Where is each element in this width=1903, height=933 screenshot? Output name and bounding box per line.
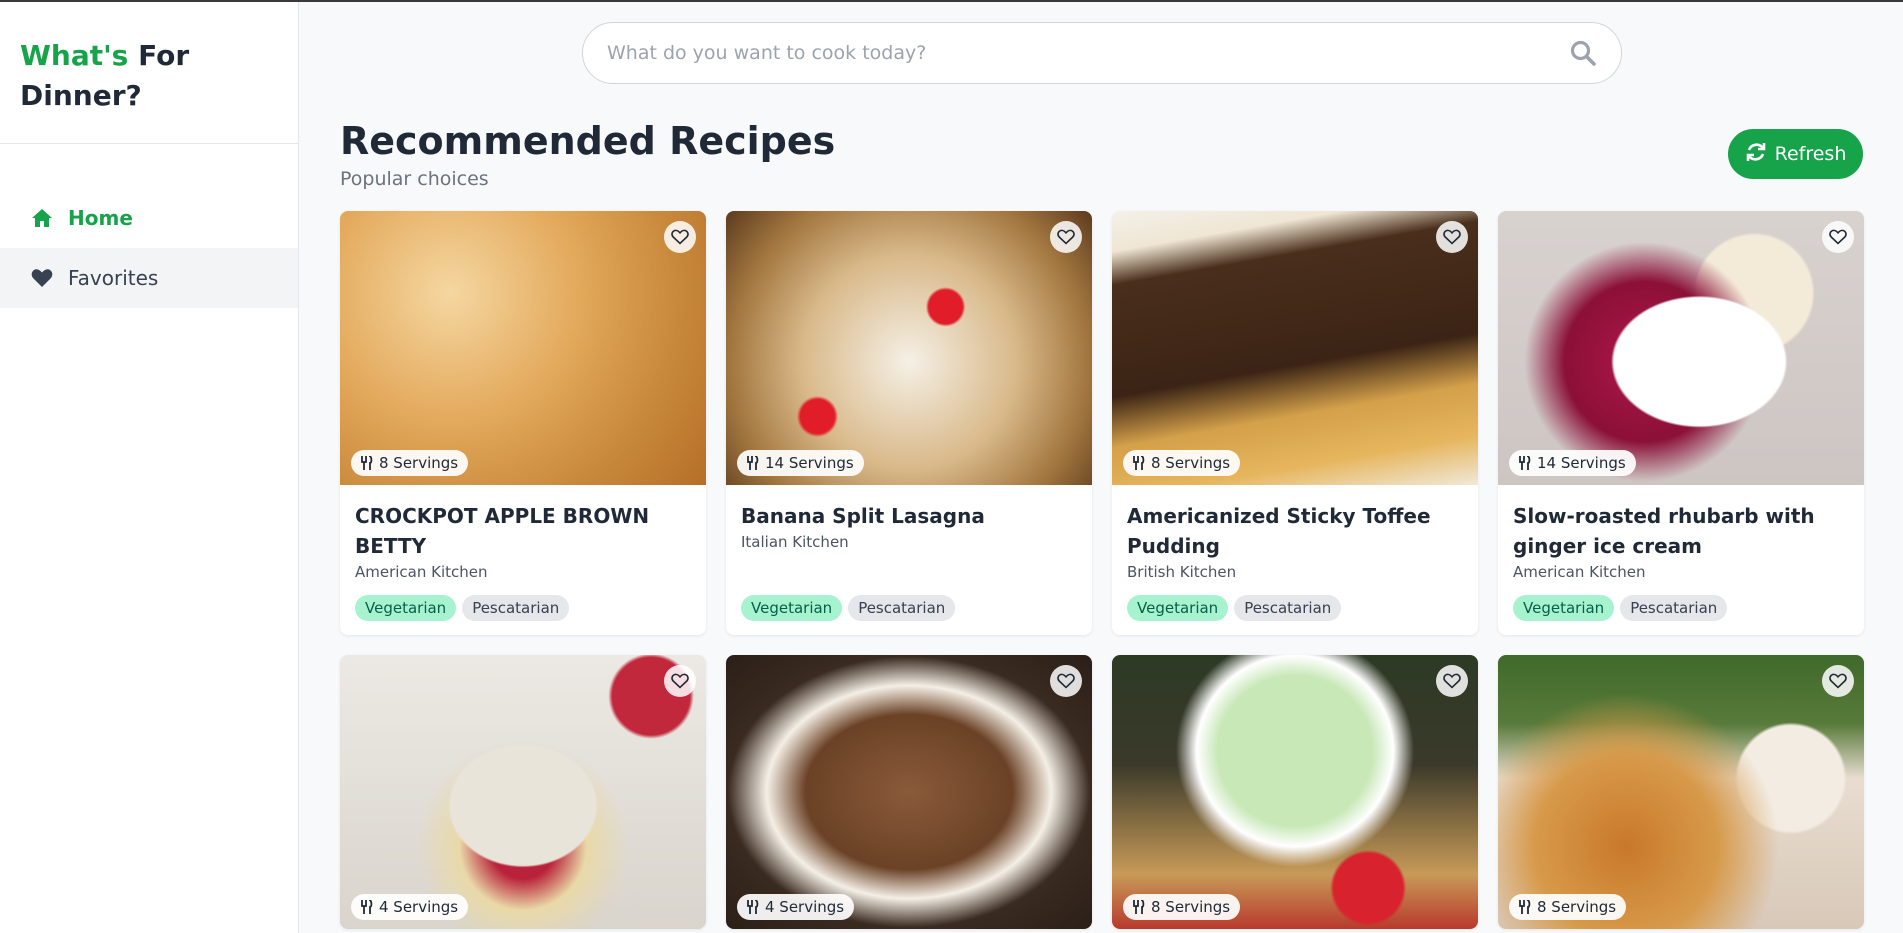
favorite-button[interactable]	[664, 221, 696, 253]
recipe-title: Banana Split Lasagna	[741, 504, 985, 528]
utensils-icon	[1133, 456, 1145, 470]
recipe-title: CROCKPOT APPLE BROWN BETTY	[355, 504, 650, 558]
favorite-button[interactable]	[1436, 221, 1468, 253]
page-subtitle: Popular choices	[340, 168, 489, 190]
sidebar-item-label: Favorites	[68, 266, 159, 290]
recipe-image: 8 Servings	[340, 211, 706, 485]
brand-part-for: For	[138, 39, 190, 72]
servings-badge: 4 Servings	[737, 894, 855, 920]
utensils-icon	[361, 900, 373, 914]
sidebar: What's For Dinner? Home Favorites	[0, 2, 299, 933]
recipe-card[interactable]: 4 Servings	[726, 655, 1092, 929]
servings-badge: 8 Servings	[1509, 894, 1627, 920]
recipe-tags: Vegetarian Pescatarian	[355, 595, 570, 621]
recipe-image: 8 Servings	[1112, 655, 1478, 929]
utensils-icon	[1133, 900, 1145, 914]
recipe-kitchen: American Kitchen	[1513, 563, 1646, 581]
tag-vegetarian: Vegetarian	[741, 595, 843, 621]
utensils-icon	[747, 900, 759, 914]
favorite-button[interactable]	[1436, 665, 1468, 697]
tag-pescatarian: Pescatarian	[848, 595, 956, 621]
search-icon[interactable]	[1569, 39, 1597, 67]
brand-part-dinner: Dinner?	[20, 79, 142, 112]
page-title: Recommended Recipes	[340, 119, 836, 163]
heart-outline-icon	[1443, 673, 1461, 689]
recipe-image: 8 Servings	[1498, 655, 1864, 929]
heart-outline-icon	[1829, 673, 1847, 689]
servings-badge: 14 Servings	[1509, 450, 1636, 476]
recipe-title: Americanized Sticky Toffee Pudding	[1127, 504, 1431, 558]
sidebar-nav: Home Favorites	[0, 188, 298, 308]
sidebar-item-home[interactable]: Home	[0, 188, 298, 248]
refresh-icon	[1745, 141, 1767, 168]
search-bar	[582, 22, 1622, 84]
heart-outline-icon	[671, 229, 689, 245]
main-content: Recommended Recipes Popular choices Refr…	[300, 2, 1903, 933]
recipe-image: 14 Servings	[726, 211, 1092, 485]
favorite-button[interactable]	[664, 665, 696, 697]
utensils-icon	[1519, 456, 1531, 470]
servings-badge: 14 Servings	[737, 450, 864, 476]
utensils-icon	[1519, 900, 1531, 914]
recipe-grid: 8 Servings CROCKPOT APPLE BROWN BETTY Am…	[340, 211, 1864, 929]
tag-pescatarian: Pescatarian	[1620, 595, 1728, 621]
brand-part-whats: What's	[20, 39, 129, 72]
favorite-button[interactable]	[1822, 665, 1854, 697]
sidebar-item-favorites[interactable]: Favorites	[0, 248, 298, 308]
refresh-label: Refresh	[1774, 143, 1847, 165]
favorite-button[interactable]	[1050, 665, 1082, 697]
utensils-icon	[747, 456, 759, 470]
recipe-image: 8 Servings	[1112, 211, 1478, 485]
heart-icon	[30, 266, 54, 290]
tag-pescatarian: Pescatarian	[462, 595, 570, 621]
favorite-button[interactable]	[1822, 221, 1854, 253]
tag-pescatarian: Pescatarian	[1234, 595, 1342, 621]
app-logo[interactable]: What's For Dinner?	[0, 2, 298, 144]
refresh-button[interactable]: Refresh	[1728, 129, 1863, 179]
tag-vegetarian: Vegetarian	[1127, 595, 1229, 621]
recipe-tags: Vegetarian Pescatarian	[741, 595, 956, 621]
recipe-card[interactable]: 8 Servings CROCKPOT APPLE BROWN BETTY Am…	[340, 211, 706, 635]
recipe-tags: Vegetarian Pescatarian	[1127, 595, 1342, 621]
recipe-image: 4 Servings	[340, 655, 706, 929]
page-header: Recommended Recipes Popular choices	[340, 118, 835, 190]
utensils-icon	[361, 456, 373, 470]
sidebar-item-label: Home	[68, 206, 133, 230]
tag-vegetarian: Vegetarian	[1513, 595, 1615, 621]
recipe-image: 4 Servings	[726, 655, 1092, 929]
heart-outline-icon	[671, 673, 689, 689]
recipe-kitchen: American Kitchen	[355, 563, 488, 581]
recipe-card[interactable]: 4 Servings	[340, 655, 706, 929]
heart-outline-icon	[1057, 229, 1075, 245]
recipe-title: Slow-roasted rhubarb with ginger ice cre…	[1513, 504, 1815, 558]
servings-badge: 4 Servings	[351, 894, 469, 920]
heart-outline-icon	[1057, 673, 1075, 689]
recipe-image: 14 Servings	[1498, 211, 1864, 485]
recipe-card[interactable]: 8 Servings	[1498, 655, 1864, 929]
recipe-card[interactable]: 14 Servings Slow-roasted rhubarb with gi…	[1498, 211, 1864, 635]
recipe-kitchen: Italian Kitchen	[741, 533, 849, 551]
recipe-kitchen: British Kitchen	[1127, 563, 1237, 581]
recipe-card[interactable]: 8 Servings	[1112, 655, 1478, 929]
tag-vegetarian: Vegetarian	[355, 595, 457, 621]
favorite-button[interactable]	[1050, 221, 1082, 253]
home-icon	[30, 206, 54, 230]
servings-badge: 8 Servings	[1123, 894, 1241, 920]
recipe-card[interactable]: 14 Servings Banana Split Lasagna Italian…	[726, 211, 1092, 635]
search-input[interactable]	[607, 42, 1569, 64]
heart-outline-icon	[1443, 229, 1461, 245]
heart-outline-icon	[1829, 229, 1847, 245]
servings-badge: 8 Servings	[351, 450, 469, 476]
recipe-card[interactable]: 8 Servings Americanized Sticky Toffee Pu…	[1112, 211, 1478, 635]
recipe-tags: Vegetarian Pescatarian	[1513, 595, 1728, 621]
servings-badge: 8 Servings	[1123, 450, 1241, 476]
